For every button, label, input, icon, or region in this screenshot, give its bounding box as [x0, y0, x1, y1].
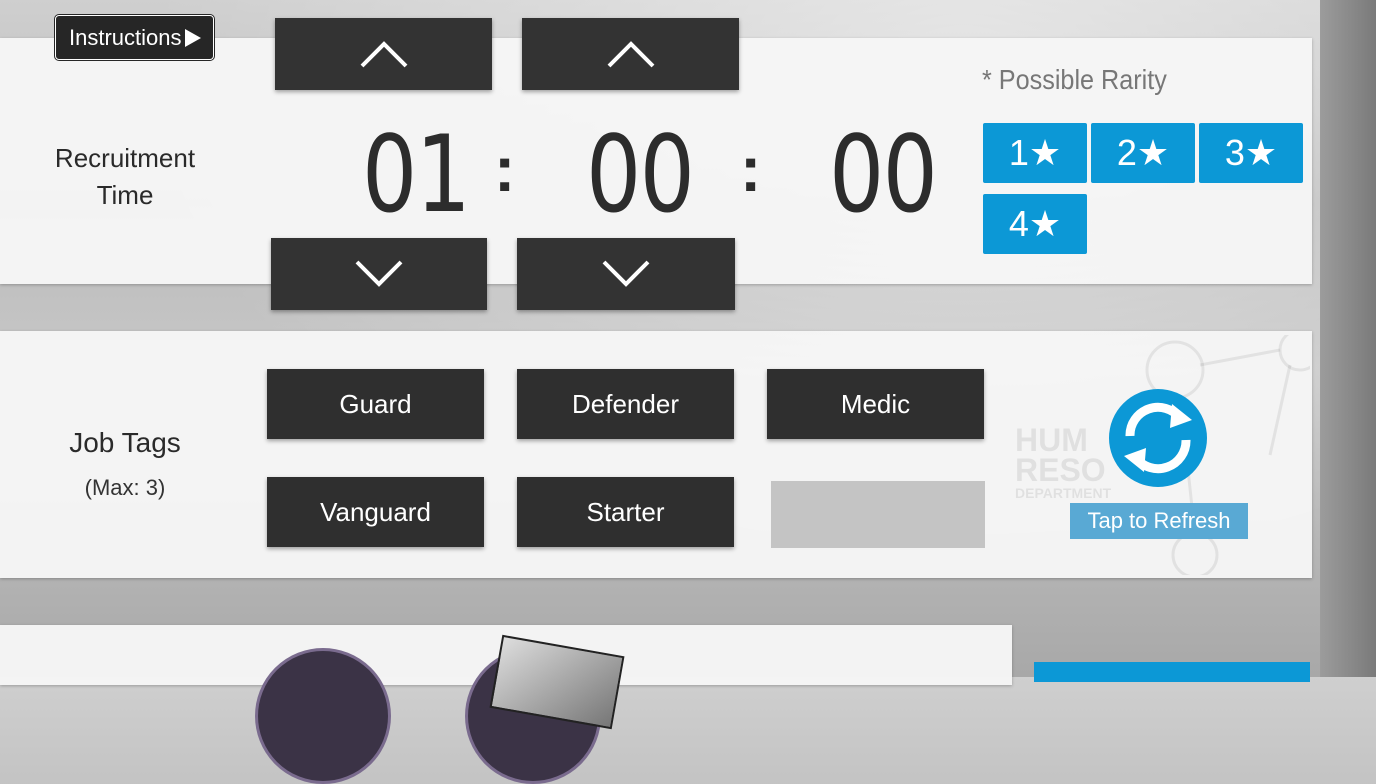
time-separator: :	[740, 133, 762, 205]
tag-starter-button[interactable]: Starter	[517, 477, 734, 547]
rarity-4-star-badge: 4★	[983, 194, 1087, 254]
watermark-line2: RESO	[1015, 452, 1106, 488]
refresh-icon[interactable]	[1108, 388, 1208, 488]
watermark-line1: HUM	[1015, 422, 1088, 458]
tag-defender-button[interactable]: Defender	[517, 369, 734, 439]
hour-up-button[interactable]	[275, 18, 492, 90]
tag-medic-button[interactable]: Medic	[767, 369, 984, 439]
watermark-line3: DEPARTMENT	[1015, 485, 1112, 501]
tap-to-refresh-button[interactable]: Tap to Refresh	[1070, 503, 1248, 539]
instructions-label: Instructions	[69, 24, 182, 50]
instructions-button[interactable]: Instructions	[55, 15, 214, 60]
minutes-value: 00	[586, 113, 695, 236]
tag-vanguard-button[interactable]: Vanguard	[267, 477, 484, 547]
chevron-down-icon	[355, 260, 403, 287]
rarity-2-star-badge: 2★	[1091, 123, 1195, 183]
possible-rarity-title: * Possible Rarity	[982, 64, 1167, 95]
hr-department-watermark: HUM RESO DEPARTMENT	[1015, 422, 1112, 501]
recruitment-time-label-line1: Recruitment	[54, 143, 196, 173]
time-separator: :	[494, 133, 516, 205]
hour-down-button[interactable]	[271, 238, 487, 310]
chevron-down-icon	[602, 260, 650, 287]
rarity-3-star-badge: 3★	[1199, 123, 1303, 183]
chevron-up-icon	[607, 41, 654, 68]
tag-empty-slot	[771, 481, 985, 548]
minute-down-button[interactable]	[517, 238, 735, 310]
hours-value: 01	[362, 113, 471, 236]
seconds-value: 00	[829, 113, 938, 236]
recruitment-time-label: Recruitment Time	[40, 140, 210, 214]
job-tags-label: Job Tags	[69, 427, 181, 458]
rarity-1-star-badge: 1★	[983, 123, 1087, 183]
tag-guard-button[interactable]: Guard	[267, 369, 484, 439]
recruitment-time-label-line2: Time	[96, 180, 154, 210]
play-arrow-icon	[185, 29, 201, 47]
chevron-up-icon	[360, 41, 407, 68]
job-tags-max-label: (Max: 3)	[84, 475, 166, 500]
minute-up-button[interactable]	[522, 18, 739, 90]
decorative-circle	[255, 648, 391, 784]
background-edge	[1320, 0, 1376, 677]
bottom-action-button[interactable]	[1034, 662, 1310, 682]
